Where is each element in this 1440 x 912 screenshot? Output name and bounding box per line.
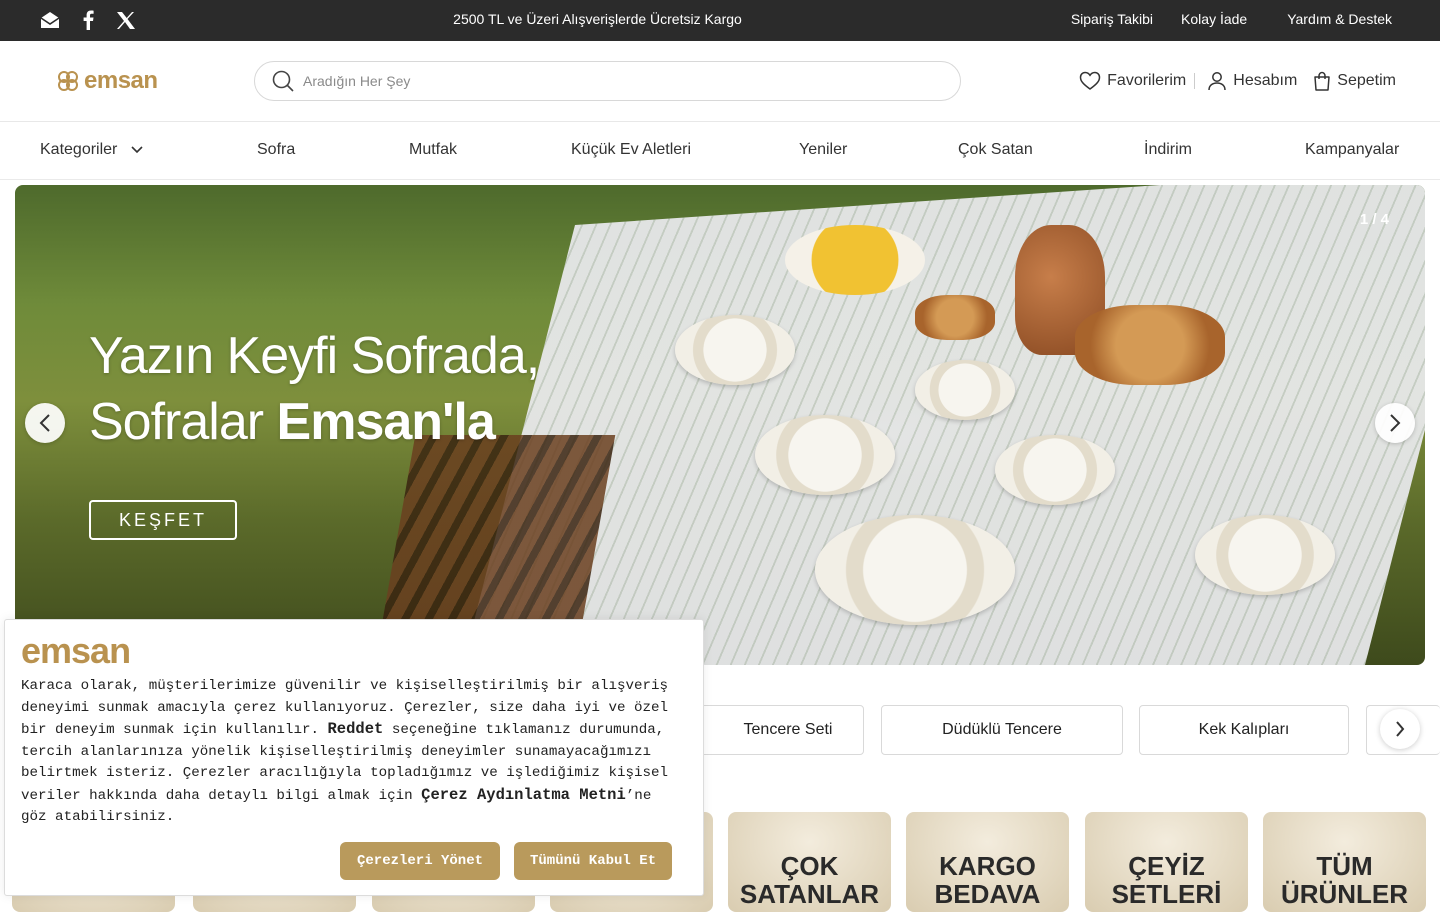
hero-slider[interactable]: Yazın Keyfi Sofrada, Sofralar Emsan'la K…: [15, 185, 1425, 665]
hero-headline-brand: Emsan'la: [276, 393, 496, 451]
free-shipping-banner: 2500 TL ve Üzeri Alışverişlerde Ücretsiz…: [453, 11, 742, 27]
cookie-consent-dialog: emsan Karaca olarak, müşterilerimize güv…: [4, 619, 704, 896]
search-bar[interactable]: [254, 61, 961, 101]
nav-item-sofra[interactable]: Sofra: [257, 141, 295, 159]
manage-cookies-button[interactable]: Çerezleri Yönet: [340, 842, 500, 880]
nav-item-best-sellers[interactable]: Çok Satan: [958, 141, 1033, 159]
hero-headline-prefix: Sofralar: [89, 393, 277, 451]
chevron-left-icon: [39, 414, 50, 432]
top-bar: 2500 TL ve Üzeri Alışverişlerde Ücretsiz…: [0, 0, 1440, 41]
hero-lemon-bowl: [785, 225, 925, 295]
hero-plate: [815, 515, 1015, 625]
brand-logo[interactable]: emsan: [56, 67, 158, 95]
order-tracking-link[interactable]: Sipariş Takibi: [1071, 11, 1153, 27]
header: emsan Favorilerim Hesabım Sepetim: [0, 41, 1440, 122]
nav-item-small-appliances[interactable]: Küçük Ev Aletleri: [571, 141, 691, 159]
help-support-link[interactable]: Yardım & Destek: [1287, 11, 1392, 27]
nav-item-mutfak[interactable]: Mutfak: [409, 141, 457, 159]
hero-plate: [995, 435, 1115, 505]
slider-next-button[interactable]: [1375, 403, 1415, 443]
cookie-policy-link[interactable]: Çerez Aydınlatma Metni: [421, 786, 626, 804]
hero-plate: [1195, 515, 1335, 595]
cart-label: Sepetim: [1337, 72, 1396, 89]
slider-prev-button[interactable]: [25, 403, 65, 443]
tile-free-shipping[interactable]: KARGO BEDAVA: [906, 812, 1069, 912]
chip-label: Tencere Seti: [743, 721, 833, 738]
favorites-link[interactable]: Favorilerim: [1079, 71, 1186, 91]
hero-bread-basket: [1075, 305, 1225, 385]
hero-bread: [915, 295, 995, 340]
hero-headline-line1: Yazın Keyfi Sofrada,: [89, 327, 540, 385]
favorites-label: Favorilerim: [1107, 72, 1187, 89]
tile-best-sellers[interactable]: ÇOK SATANLAR: [728, 812, 891, 912]
slide-counter: 1 / 4: [1359, 211, 1389, 228]
cart-link[interactable]: Sepetim: [1313, 71, 1396, 91]
chip-kek-kaliplari[interactable]: Kek Kalıpları: [1139, 705, 1349, 755]
search-icon: [272, 70, 294, 92]
hero-plate: [755, 415, 895, 495]
chip-duduklu-tencere[interactable]: Düdüklü Tencere: [881, 705, 1123, 755]
nav-categories-label: Kategoriler: [40, 141, 118, 158]
easy-return-link[interactable]: Kolay İade: [1181, 11, 1247, 27]
hero-plate: [675, 315, 795, 385]
chevron-down-icon: [131, 146, 143, 154]
nav-item-discount[interactable]: İndirim: [1144, 141, 1192, 159]
user-icon: [1208, 72, 1227, 91]
nav-categories[interactable]: Kategoriler: [40, 141, 143, 159]
reject-keyword: Reddet: [327, 720, 384, 738]
nav-item-campaigns[interactable]: Kampanyalar: [1305, 141, 1399, 159]
account-label: Hesabım: [1233, 72, 1298, 89]
tile-dowry-sets[interactable]: ÇEYİZ SETLERİ: [1085, 812, 1248, 912]
main-nav: Kategoriler Sofra Mutfak Küçük Ev Aletle…: [0, 122, 1440, 180]
heart-icon: [1079, 71, 1101, 90]
shopping-bag-icon: [1314, 71, 1331, 91]
nav-item-new[interactable]: Yeniler: [799, 141, 847, 159]
header-actions: Favorilerim Hesabım Sepetim: [1079, 71, 1396, 91]
top-links: Sipariş Takibi Kolay İade Yardım & Deste…: [1071, 11, 1392, 27]
account-link[interactable]: Hesabım: [1207, 71, 1297, 91]
cookie-logo: emsan: [21, 630, 131, 671]
hero-headline-line2: Sofralar Emsan'la: [89, 389, 539, 455]
divider: [1194, 73, 1196, 89]
search-input[interactable]: [303, 73, 903, 89]
hero-headline: Yazın Keyfi Sofrada, Sofralar Emsan'la: [89, 323, 540, 455]
hero-plate: [915, 360, 1015, 420]
accept-all-cookies-button[interactable]: Tümünü Kabul Et: [514, 842, 672, 880]
cookie-text: Karaca olarak, müşterilerimize güvenilir…: [21, 676, 681, 829]
logo-knot-icon: [58, 71, 78, 91]
chips-next-button[interactable]: [1380, 709, 1420, 749]
chevron-right-icon: [1396, 721, 1405, 737]
discover-button[interactable]: KEŞFET: [89, 500, 237, 540]
logo-text: emsan: [84, 67, 158, 94]
chevron-right-icon: [1390, 414, 1401, 432]
tile-all-products[interactable]: TÜM ÜRÜNLER: [1263, 812, 1426, 912]
